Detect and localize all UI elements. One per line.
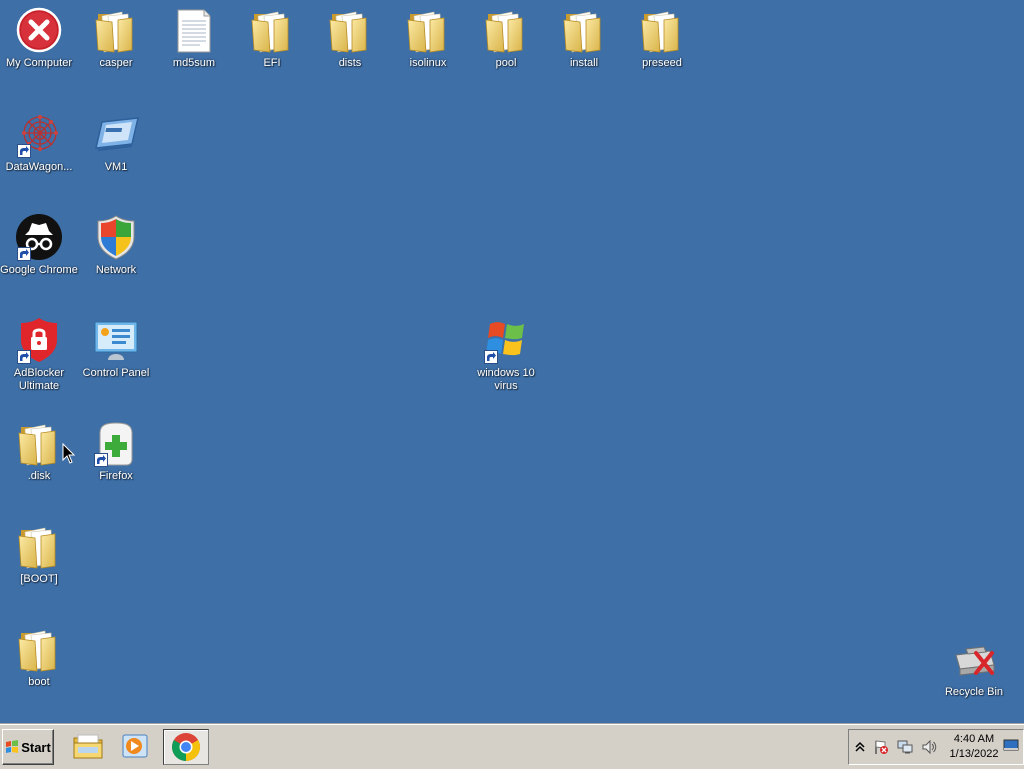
- start-button[interactable]: Start: [2, 729, 54, 765]
- control-panel-icon: [92, 316, 140, 364]
- folder-icon: [248, 6, 296, 54]
- folder-icon: [73, 734, 103, 759]
- desktop-icon-windows10-virus[interactable]: windows 10 virus: [467, 316, 545, 393]
- efi-label: EFI: [263, 57, 281, 69]
- red-shield-lock-icon: [15, 316, 63, 364]
- preseed-label: preseed: [642, 57, 682, 69]
- datawagon-icon: [15, 110, 63, 158]
- taskbar: Start 4:40 AM 1/13/2022: [0, 724, 1024, 769]
- desktop-icon-boot[interactable]: boot: [0, 625, 78, 689]
- virtual-machine-icon: [92, 110, 140, 158]
- action-center-flag-icon[interactable]: [873, 739, 889, 755]
- volume-icon[interactable]: [921, 739, 937, 755]
- desktop-icon-datawagon[interactable]: DataWagon...: [0, 110, 78, 174]
- adblocker-label: AdBlocker Ultimate: [13, 367, 65, 392]
- folder-icon: [92, 6, 140, 54]
- desktop-icon-my-computer[interactable]: My Computer: [0, 6, 78, 70]
- desktop-icon-google-chrome[interactable]: Google Chrome: [0, 213, 78, 277]
- desktop-icon-casper[interactable]: casper: [77, 6, 155, 70]
- green-plus-app-icon: [92, 419, 140, 467]
- desktop-icon-isolinux[interactable]: isolinux: [389, 6, 467, 70]
- clock-date: 1/13/2022: [949, 748, 999, 760]
- google-chrome-label: Google Chrome: [0, 264, 78, 276]
- folder-icon: [482, 6, 530, 54]
- network-status-icon[interactable]: [897, 739, 913, 755]
- windows-flag-icon: [6, 740, 19, 753]
- recycle-bin-icon: [950, 635, 998, 683]
- datawagon-label: DataWagon...: [5, 161, 73, 173]
- desktop-icon-vm1[interactable]: VM1: [77, 110, 155, 174]
- folder-icon: [404, 6, 452, 54]
- desktop-icon-network[interactable]: Network: [77, 213, 155, 277]
- incognito-icon: [15, 213, 63, 261]
- desktop-icon-control-panel[interactable]: Control Panel: [77, 316, 155, 380]
- folder-icon: [326, 6, 374, 54]
- desktop-icon-pool[interactable]: pool: [467, 6, 545, 70]
- desktop-icon-install[interactable]: install: [545, 6, 623, 70]
- clock[interactable]: 4:40 AM 1/13/2022: [943, 732, 1005, 762]
- install-label: install: [569, 57, 599, 69]
- taskbar-chrome-button[interactable]: [163, 729, 209, 765]
- taskbar-media-player-button[interactable]: [113, 729, 157, 763]
- folder-icon: [560, 6, 608, 54]
- desktop-icon-dists[interactable]: dists: [311, 6, 389, 70]
- show-hidden-icons-chevron-icon[interactable]: [852, 739, 868, 755]
- shortcut-arrow-icon: [484, 350, 498, 364]
- disk-label: .disk: [27, 470, 51, 482]
- shortcut-arrow-icon: [17, 247, 31, 261]
- chrome-icon: [172, 733, 200, 761]
- folder-icon: [15, 522, 63, 570]
- desktop-icon-preseed[interactable]: preseed: [623, 6, 701, 70]
- show-desktop-icon: [1003, 739, 1019, 751]
- desktop-icon-adblocker[interactable]: AdBlocker Ultimate: [0, 316, 78, 393]
- mouse-cursor-icon: [62, 443, 76, 464]
- shortcut-arrow-icon: [17, 350, 31, 364]
- shortcut-arrow-icon: [17, 144, 31, 158]
- vm1-label: VM1: [104, 161, 128, 173]
- folder-icon: [15, 419, 63, 467]
- system-tray: 4:40 AM 1/13/2022: [848, 729, 1024, 765]
- shortcut-arrow-icon: [94, 453, 108, 467]
- text-document-icon: [170, 6, 218, 54]
- taskbar-explorer-button[interactable]: [66, 729, 110, 763]
- recycle-bin-label: Recycle Bin: [944, 686, 1004, 698]
- pool-label: pool: [495, 57, 517, 69]
- control-panel-label: Control Panel: [82, 367, 150, 379]
- clock-time: 4:40 AM: [953, 733, 995, 745]
- boot-bracket-label: [BOOT]: [20, 573, 58, 585]
- md5sum-label: md5sum: [172, 57, 216, 69]
- folder-icon: [15, 625, 63, 673]
- start-label: Start: [21, 739, 51, 755]
- desktop-icon-efi[interactable]: EFI: [233, 6, 311, 70]
- network-label: Network: [95, 264, 137, 276]
- windows10-label: windows 10 virus: [477, 367, 535, 392]
- boot-label: boot: [28, 676, 50, 688]
- desktop-icon-boot-bracket[interactable]: [BOOT]: [0, 522, 78, 586]
- firefox-label: Firefox: [99, 470, 133, 482]
- desktop-icon-recycle-bin[interactable]: Recycle Bin: [935, 635, 1013, 699]
- isolinux-label: isolinux: [409, 57, 447, 69]
- my-computer-label: My Computer: [5, 57, 73, 69]
- show-desktop-button[interactable]: [1003, 737, 1019, 753]
- windows-logo-icon: [482, 316, 530, 364]
- casper-label: casper: [99, 57, 133, 69]
- my-computer-icon: [15, 6, 63, 54]
- desktop-icon-firefox[interactable]: Firefox: [77, 419, 155, 483]
- dists-label: dists: [338, 57, 362, 69]
- shield-icon: [92, 213, 140, 261]
- folder-icon: [638, 6, 686, 54]
- media-player-icon: [122, 734, 148, 758]
- desktop-icon-md5sum[interactable]: md5sum: [155, 6, 233, 70]
